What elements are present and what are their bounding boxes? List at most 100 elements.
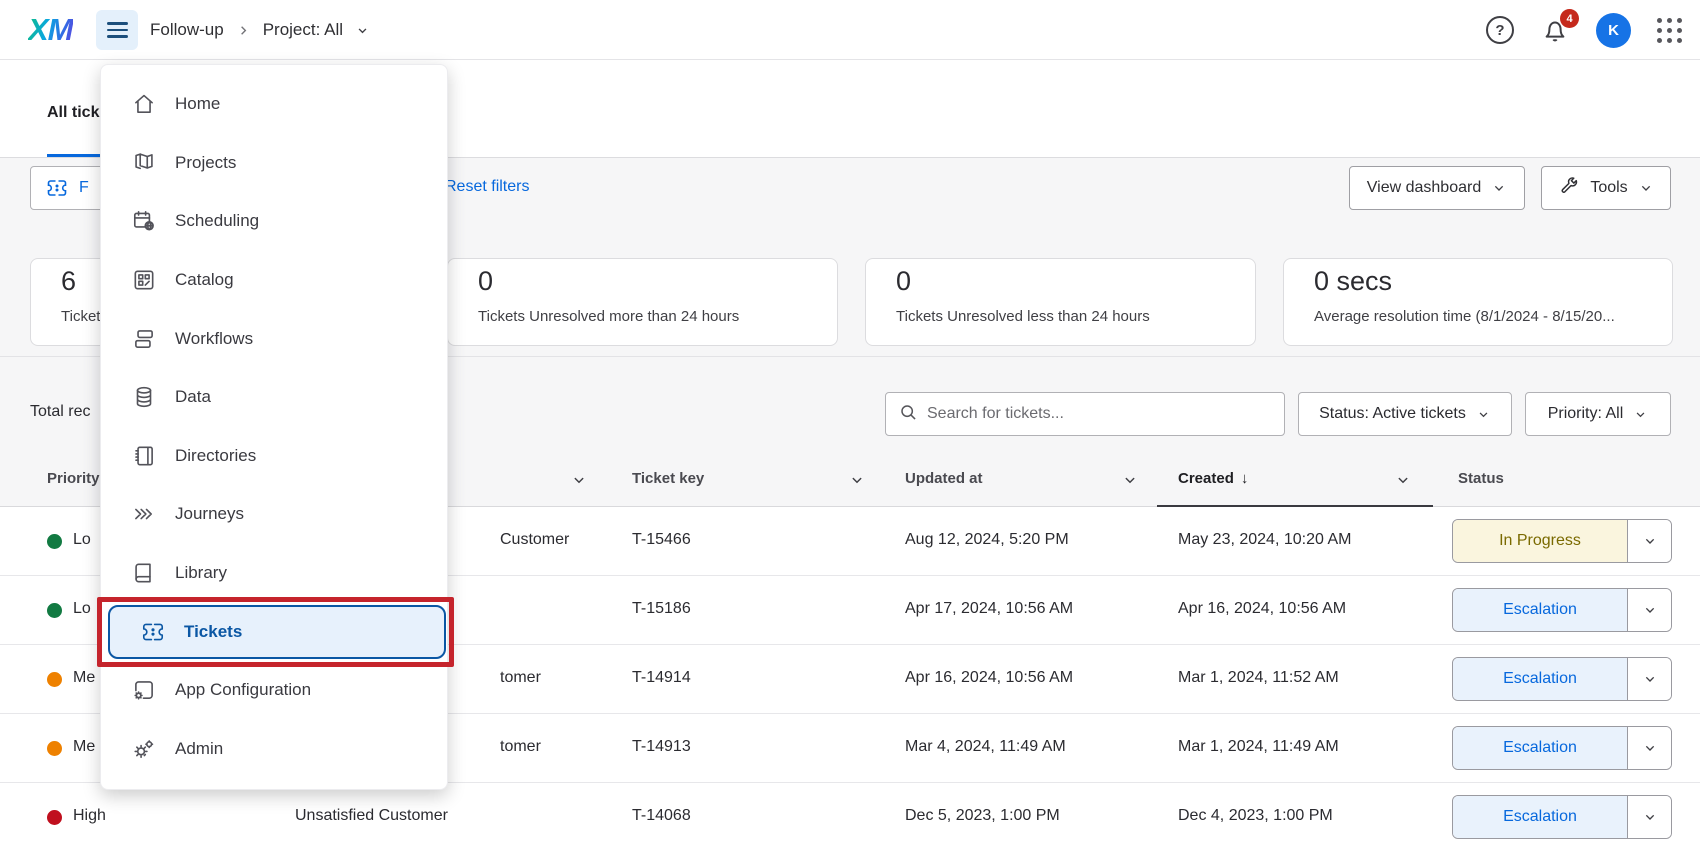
reset-filters-link[interactable]: Reset filters [445, 178, 529, 196]
menu-item-label: Data [175, 387, 211, 407]
status-dropdown-button[interactable] [1627, 796, 1671, 838]
view-dashboard-button[interactable]: View dashboard [1349, 166, 1525, 210]
search-input[interactable] [927, 405, 1272, 423]
menu-item-workflows[interactable]: Workflows [101, 309, 447, 368]
ticket-key: T-15466 [632, 531, 691, 549]
xm-logo: XM [28, 12, 73, 48]
priority-label: Me [73, 669, 95, 687]
ticket-key: T-14914 [632, 669, 691, 687]
breadcrumb-section[interactable]: Follow-up [150, 20, 224, 40]
status-badge[interactable]: Escalation [1453, 796, 1627, 838]
help-button[interactable]: ? [1486, 16, 1514, 44]
journeys-icon [131, 501, 157, 527]
created-at: May 23, 2024, 10:20 AM [1178, 531, 1351, 549]
sort-desc-icon: ↓ [1241, 470, 1249, 487]
global-nav-menu: Home Projects Scheduling Catalog Workflows Da… [100, 64, 448, 790]
created-at: Mar 1, 2024, 11:49 AM [1178, 738, 1339, 756]
app-configuration-icon [131, 677, 157, 703]
stat-card-avg-resolution: 0 secs Average resolution time (8/1/2024… [1283, 258, 1673, 346]
priority-dot [47, 534, 62, 549]
status-badge[interactable]: Escalation [1453, 589, 1627, 631]
priority-filter-dropdown[interactable]: Priority: All [1525, 392, 1671, 436]
menu-item-catalog[interactable]: Catalog [101, 251, 447, 310]
created-at: Apr 16, 2024, 10:56 AM [1178, 600, 1346, 618]
priority-label: Lo [73, 531, 91, 549]
priority-label: High [73, 807, 106, 825]
ticket-name: Customer [500, 531, 569, 549]
workflows-icon [131, 326, 157, 352]
chevron-right-icon [236, 23, 251, 38]
search-icon [898, 402, 918, 427]
menu-item-projects[interactable]: Projects [101, 134, 447, 193]
status-control: Escalation [1452, 726, 1672, 770]
stat-value: 0 secs [1314, 265, 1642, 297]
status-dropdown-button[interactable] [1627, 520, 1671, 562]
column-header-ticket-key: Ticket key [632, 470, 704, 487]
status-dropdown-button[interactable] [1627, 589, 1671, 631]
stat-label: Tickets Unresolved more than 24 hours [478, 308, 807, 325]
ticket-search[interactable] [885, 392, 1285, 436]
app-root: All tick F Reset filters View dashboard … [0, 0, 1700, 850]
status-control: Escalation [1452, 588, 1672, 632]
priority-dot [47, 603, 62, 618]
status-dropdown-button[interactable] [1627, 658, 1671, 700]
priority-dot [47, 810, 62, 825]
menu-item-scheduling[interactable]: Scheduling [101, 192, 447, 251]
chevron-down-icon [1633, 407, 1648, 422]
column-menu-chevron-icon[interactable] [570, 471, 588, 489]
projects-icon [131, 150, 157, 176]
breadcrumb-project-selector[interactable]: Project: All [263, 20, 343, 40]
data-icon [131, 384, 157, 410]
menu-item-journeys[interactable]: Journeys [101, 485, 447, 544]
updated-at: Aug 12, 2024, 5:20 PM [905, 531, 1069, 549]
priority-label: Lo [73, 600, 91, 618]
tools-button[interactable]: Tools [1541, 166, 1671, 210]
status-filter-dropdown[interactable]: Status: Active tickets [1298, 392, 1512, 436]
menu-item-data[interactable]: Data [101, 368, 447, 427]
tab-all-tickets[interactable]: All tick [47, 104, 99, 122]
breadcrumb: Follow-up Project: All [150, 0, 370, 60]
topbar-actions: ? 4 K [1486, 0, 1682, 60]
app-grid-icon[interactable] [1657, 18, 1682, 43]
updated-at: Dec 5, 2023, 1:00 PM [905, 807, 1060, 825]
menu-item-label: Scheduling [175, 211, 259, 231]
menu-item-admin[interactable]: Admin [101, 720, 447, 779]
menu-item-label: App Configuration [175, 680, 311, 700]
filter-button-label: F [79, 179, 89, 197]
status-badge[interactable]: Escalation [1453, 727, 1627, 769]
directories-icon [131, 443, 157, 469]
top-bar: XM Follow-up Project: All ? 4 K [0, 0, 1700, 60]
scheduling-icon [131, 208, 157, 234]
ticket-key: T-14913 [632, 738, 691, 756]
global-nav-hamburger-button[interactable] [96, 10, 138, 50]
stat-label: Tickets Unresolved less than 24 hours [896, 308, 1225, 325]
column-header-status: Status [1458, 470, 1504, 487]
column-menu-chevron-icon[interactable] [1121, 471, 1139, 489]
menu-item-label: Tickets [184, 622, 242, 642]
menu-item-label: Projects [175, 153, 236, 173]
home-icon [131, 91, 157, 117]
ticket-icon [45, 176, 69, 200]
menu-item-tickets[interactable]: Tickets [108, 605, 446, 659]
ticket-name: tomer [500, 738, 541, 756]
menu-item-directories[interactable]: Directories [101, 427, 447, 486]
total-records-label: Total rec [30, 403, 90, 421]
table-row[interactable]: HighUnsatisfied CustomerT-14068Dec 5, 20… [0, 783, 1700, 850]
chevron-down-icon [1491, 180, 1507, 196]
column-menu-chevron-icon[interactable] [1394, 471, 1412, 489]
status-badge[interactable]: Escalation [1453, 658, 1627, 700]
menu-item-app-configuration[interactable]: App Configuration [101, 661, 447, 720]
menu-item-library[interactable]: Library [101, 544, 447, 603]
menu-item-home[interactable]: Home [101, 75, 447, 134]
updated-at: Mar 4, 2024, 11:49 AM [905, 738, 1066, 756]
status-dropdown-button[interactable] [1627, 727, 1671, 769]
notifications-button[interactable]: 4 [1540, 15, 1570, 45]
column-menu-chevron-icon[interactable] [848, 471, 866, 489]
menu-item-label: Journeys [175, 504, 244, 524]
avatar[interactable]: K [1596, 13, 1631, 48]
chevron-down-icon [1476, 407, 1491, 422]
menu-item-label: Workflows [175, 329, 253, 349]
tickets-icon [140, 619, 166, 645]
status-badge[interactable]: In Progress [1453, 520, 1627, 562]
ticket-key: T-14068 [632, 807, 691, 825]
